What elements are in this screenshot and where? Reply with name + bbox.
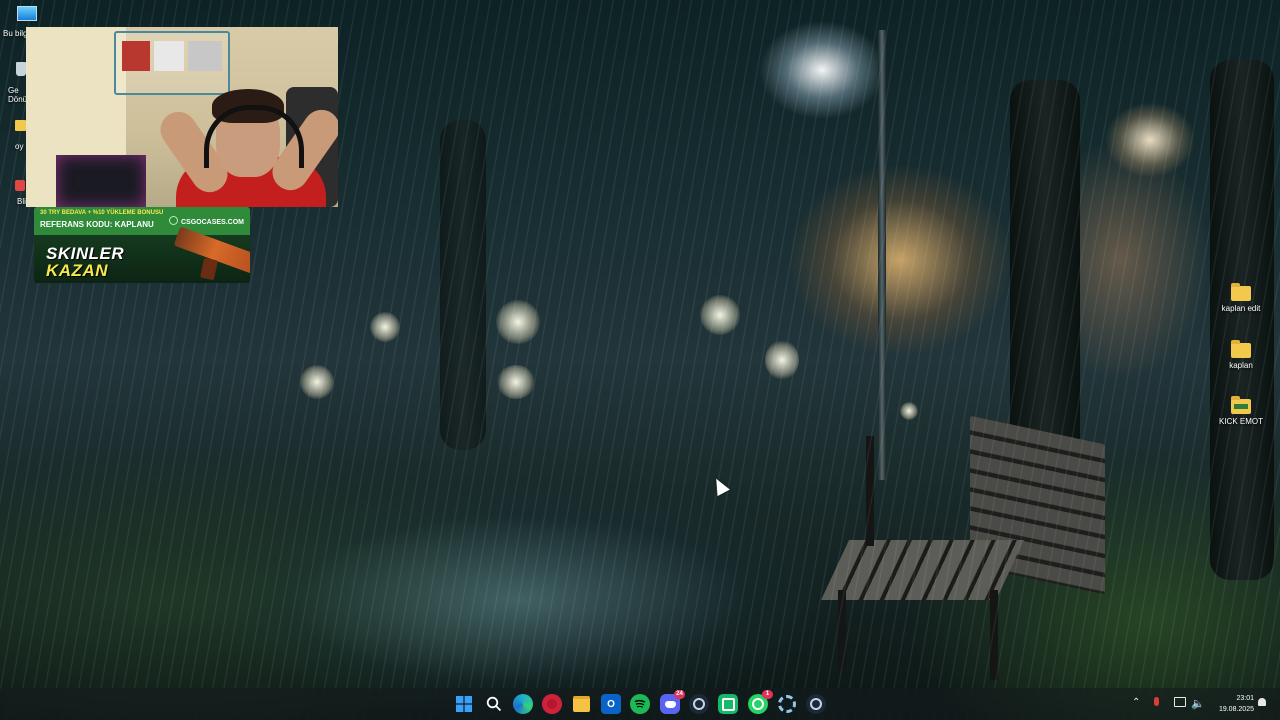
folder-icon <box>1231 396 1251 414</box>
webcam-overlay <box>26 27 338 207</box>
webcam-pc-case <box>56 155 146 207</box>
network-icon[interactable] <box>1174 697 1186 710</box>
promo-bonus-text: 30 TRY BEDAVA + %10 YÜKLEME BONUSU <box>40 210 164 216</box>
this-pc-icon <box>17 6 37 21</box>
promo-brand-text: CSGOCASES.COM <box>180 219 244 226</box>
promo-brand: CSGOCASES.COM <box>168 216 244 226</box>
desktop-icon-label: Bu bilg <box>3 29 28 38</box>
taskbar: O 24 1 ⌃ 🔈 23:01 19.08.2025 <box>0 688 1280 720</box>
desktop-icon-label: kaplan <box>1229 361 1253 370</box>
steam-logo <box>693 698 705 710</box>
discord-icon[interactable]: 24 <box>660 690 685 714</box>
mic-glyph <box>1154 697 1159 706</box>
phone-glyph <box>752 698 764 710</box>
desktop-icon-kaplan[interactable]: kaplan <box>1211 340 1271 370</box>
windows-start-icon[interactable] <box>454 694 474 714</box>
whatsapp-icon[interactable]: 1 <box>748 690 773 714</box>
promo-referral-code: REFERANS KODU: KAPLANU <box>40 220 154 229</box>
shelf-item <box>122 41 150 71</box>
desktop-icon-label: Bli <box>17 197 26 206</box>
folder-icon <box>1231 283 1251 301</box>
whatsapp-notification-badge: 1 <box>762 690 773 699</box>
notification-bell-icon[interactable] <box>1258 697 1266 709</box>
green-app-icon[interactable] <box>718 694 738 714</box>
taskbar-clock[interactable]: 23:01 19.08.2025 <box>1219 693 1254 715</box>
edge-browser-icon[interactable] <box>513 694 533 714</box>
opera-browser-icon[interactable] <box>542 694 562 714</box>
steam-logo <box>810 698 822 710</box>
csgocases-logo-icon <box>168 216 178 225</box>
steam-icon[interactable] <box>806 694 826 714</box>
network-glyph <box>1174 697 1186 707</box>
gear-app-icon[interactable] <box>777 694 797 714</box>
shortcut-icon <box>15 180 25 191</box>
clock-time: 23:01 <box>1236 695 1254 702</box>
desktop-icon-kaplan-edit[interactable]: kaplan edit <box>1211 283 1271 313</box>
promo-headline: SKINLER KAZAN <box>46 245 124 279</box>
green-app-glyph <box>721 697 735 711</box>
clock-date: 19.08.2025 <box>1218 706 1254 713</box>
steam-icon[interactable] <box>689 694 709 714</box>
discord-face <box>664 700 676 708</box>
shelf-item <box>188 41 222 71</box>
promo-headline-2: KAZAN <box>46 261 108 280</box>
outlook-icon[interactable]: O <box>601 694 621 714</box>
rifle-magazine <box>200 257 218 281</box>
shelf-item <box>154 41 184 71</box>
desktop-icon-kick-emot[interactable]: KICK EMOT <box>1211 396 1271 426</box>
search-icon[interactable] <box>484 694 504 714</box>
discord-notification-badge: 24 <box>674 690 685 699</box>
bell-glyph <box>1258 698 1266 706</box>
folder-icon <box>572 696 590 712</box>
desktop-icon-label: Ge Dönü <box>8 86 28 104</box>
chevron-up-icon[interactable]: ⌃ <box>1132 697 1140 708</box>
magnifier-icon <box>486 696 502 712</box>
folder-icon <box>15 120 26 131</box>
volume-icon[interactable]: 🔈 <box>1191 697 1205 710</box>
file-explorer-icon[interactable] <box>571 694 591 714</box>
microphone-icon[interactable] <box>1154 697 1159 709</box>
desktop-icon-this-pc[interactable] <box>14 6 38 21</box>
folder-icon <box>1231 340 1251 358</box>
recycle-bin-icon <box>16 62 26 76</box>
spotify-icon[interactable] <box>630 694 650 714</box>
desktop-icon-label: KICK EMOT <box>1218 417 1263 426</box>
webcam-shelf <box>114 31 230 95</box>
gear-icon <box>778 695 796 713</box>
windows-logo-icon <box>456 696 472 712</box>
spotify-waves-icon <box>634 699 646 708</box>
promo-banner: 30 TRY BEDAVA + %10 YÜKLEME BONUSU REFER… <box>34 207 250 283</box>
desktop-icon-label: kaplan edit <box>1221 304 1261 313</box>
desktop-icon-label: oy <box>15 142 24 151</box>
